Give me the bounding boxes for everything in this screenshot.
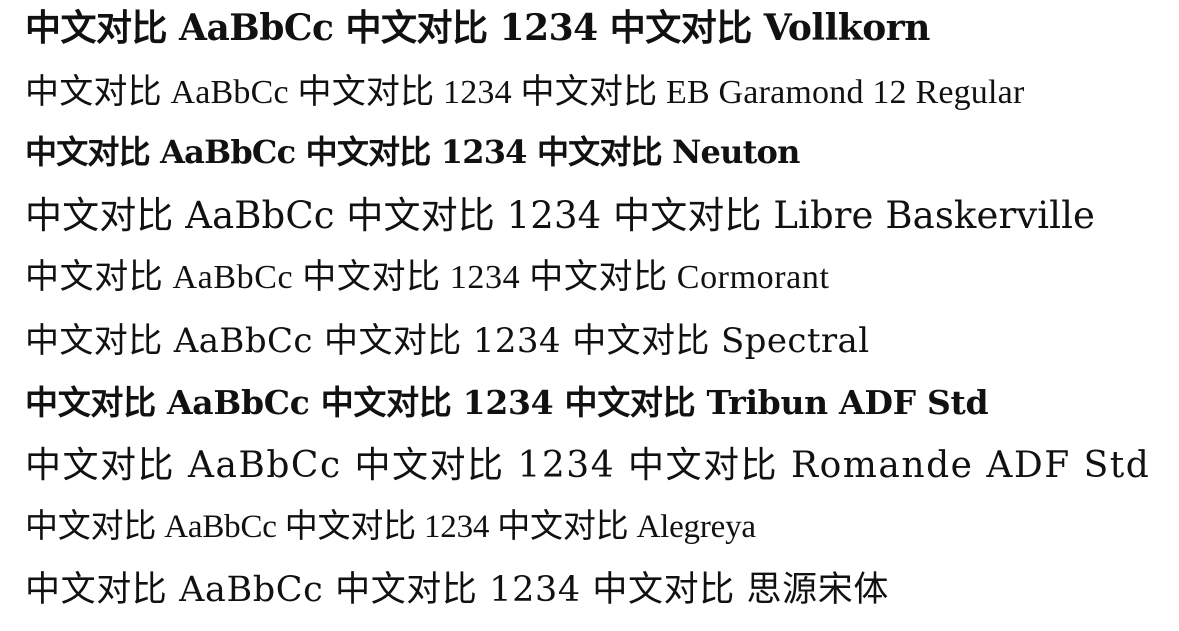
font-sample-line-source-han-serif: 中文对比 AaBbCc 中文对比 1234 中文对比 思源宋体 (25, 570, 889, 610)
font-sample-line-romande-adf: 中文对比 AaBbCc 中文对比 1234 中文对比 Romande ADF S… (25, 445, 1151, 486)
font-sample-line-spectral: 中文对比 AaBbCc 中文对比 1234 中文对比 Spectral (25, 321, 870, 361)
font-sample-line-cormorant: 中文对比 AaBbCc 中文对比 1234 中文对比 Cormorant (25, 259, 830, 296)
font-sample-line-libre-baskerville: 中文对比 AaBbCc 中文对比 1234 中文对比 Libre Baskerv… (25, 194, 1096, 237)
font-sample-line-neuton: 中文对比 AaBbCc 中文对比 1234 中文对比 Neuton (25, 133, 800, 171)
font-sample-line-eb-garamond: 中文对比 AaBbCc 中文对比 1234 中文对比 EB Garamond 1… (25, 74, 1025, 111)
font-sample-line-alegreya: 中文对比 AaBbCc 中文对比 1234 中文对比 Alegreya (25, 509, 756, 545)
font-sample-line-vollkorn: 中文对比 AaBbCc 中文对比 1234 中文对比 Vollkorn (25, 7, 930, 49)
font-sample-line-tribun-adf: 中文对比 AaBbCc 中文对比 1234 中文对比 Tribun ADF St… (25, 383, 989, 422)
font-comparison-sheet: 中文对比 AaBbCc 中文对比 1234 中文对比 Vollkorn 中文对比… (0, 0, 1179, 631)
